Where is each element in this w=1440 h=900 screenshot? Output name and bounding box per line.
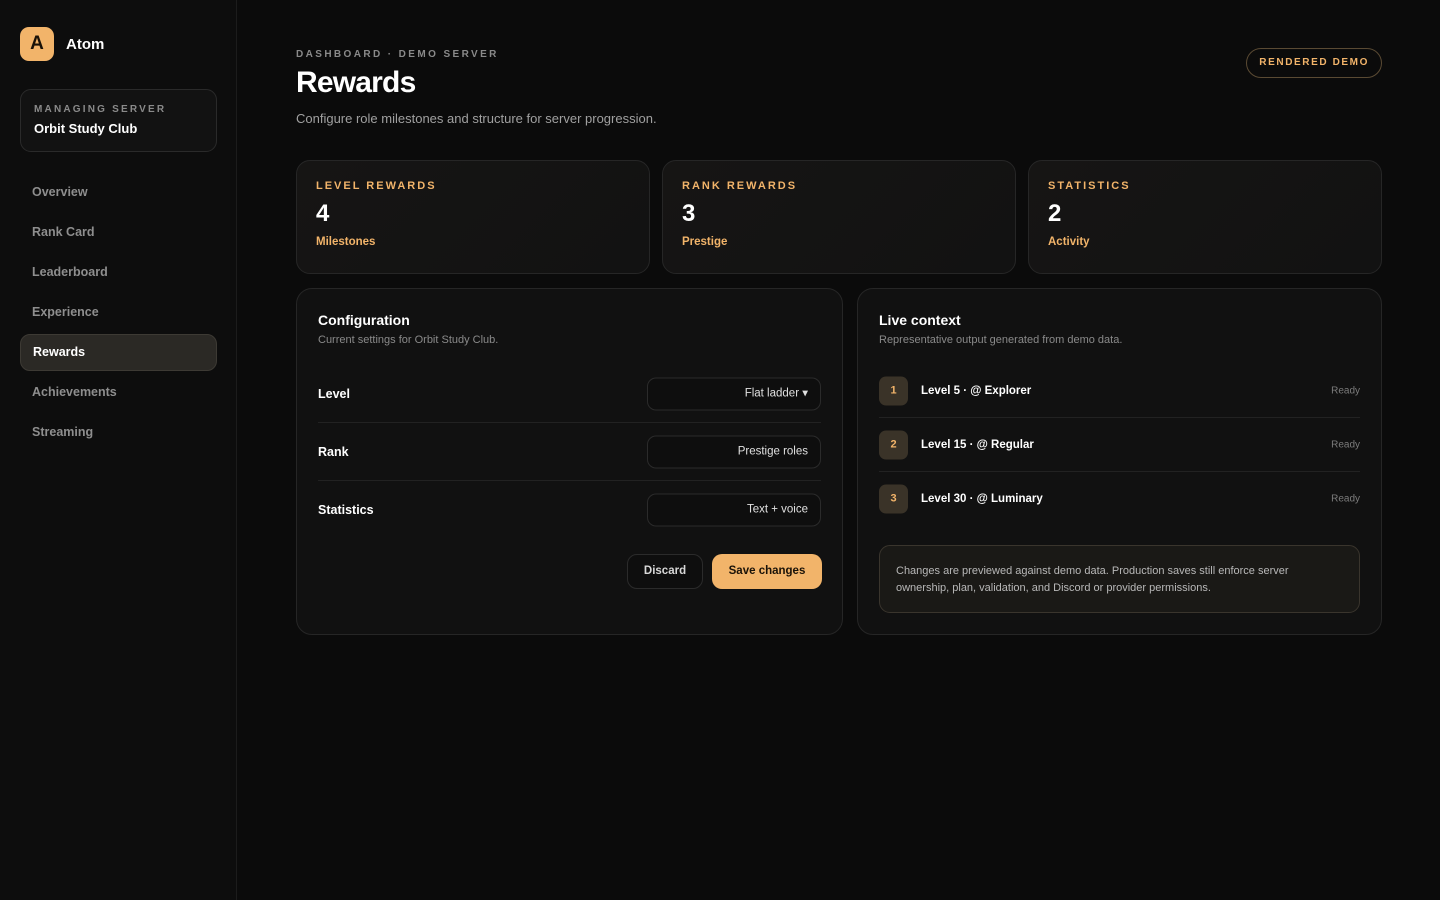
stat-value: 3 [682,200,696,227]
server-selector[interactable]: MANAGING SERVER Orbit Study Club [20,89,217,152]
sidebar: A Atom MANAGING SERVER Orbit Study Club … [0,0,237,900]
live-context-panel: Live context Representative output gener… [857,288,1382,635]
config-row-level: Level Flat ladder ▾ [318,365,821,423]
stat-card-rank-rewards: RANK REWARDS 3 Prestige [662,160,1016,274]
stat-card-level-rewards: LEVEL REWARDS 4 Milestones [296,160,650,274]
breadcrumb: DASHBOARD · DEMO SERVER [296,49,499,60]
brand-name: Atom [66,35,105,53]
preview-note: Changes are previewed against demo data.… [879,545,1360,613]
sidebar-item-rank-card[interactable]: Rank Card [20,214,217,251]
sidebar-item-leaderboard[interactable]: Leaderboard [20,254,217,291]
context-item-status: Ready [1331,385,1360,396]
context-item: 3 Level 30 · @ Luminary Ready [879,472,1360,526]
context-item-status: Ready [1331,493,1360,505]
page-title: Rewards [296,66,416,99]
level-select[interactable]: Flat ladder ▾ [647,377,821,410]
context-item-number: 3 [879,484,908,514]
statistics-select[interactable]: Text + voice [647,493,821,527]
stat-value: 2 [1048,200,1062,227]
stat-label: RANK REWARDS [682,180,798,192]
stat-sub: Prestige [682,236,728,248]
brand[interactable]: A Atom [20,27,104,61]
save-changes-button[interactable]: Save changes [712,554,822,589]
panel-subtitle: Representative output generated from dem… [879,334,1123,346]
server-eyebrow: MANAGING SERVER [34,104,167,115]
config-label: Rank [318,444,349,459]
stat-value: 4 [316,200,330,227]
configuration-panel: Configuration Current settings for Orbit… [296,288,843,635]
panel-title: Configuration [318,312,410,328]
context-item-number: 1 [879,376,908,405]
sidebar-item-overview[interactable]: Overview [20,174,217,211]
sidebar-nav: Overview Rank Card Leaderboard Experienc… [20,174,217,454]
server-name: Orbit Study Club [34,121,138,136]
context-item: 1 Level 5 · @ Explorer Ready [879,364,1360,418]
panel-subtitle: Current settings for Orbit Study Club. [318,334,499,346]
context-item-text: Level 30 · @ Luminary [921,493,1043,505]
config-row-statistics: Statistics Text + voice [318,481,821,539]
panel-title: Live context [879,312,961,328]
config-label: Level [318,386,350,401]
sidebar-item-experience[interactable]: Experience [20,294,217,331]
discard-button[interactable]: Discard [627,554,703,589]
rank-select[interactable]: Prestige roles [647,435,821,468]
sidebar-item-streaming[interactable]: Streaming [20,414,217,451]
rendered-demo-badge: RENDERED DEMO [1246,48,1382,78]
context-item-number: 2 [879,430,908,459]
stat-sub: Activity [1048,236,1090,248]
context-item-text: Level 15 · @ Regular [921,438,1034,451]
stat-label: LEVEL REWARDS [316,180,437,192]
config-label: Statistics [318,503,374,517]
page-subtitle: Configure role milestones and structure … [296,111,657,126]
context-item-status: Ready [1331,439,1360,450]
stat-label: STATISTICS [1048,180,1131,192]
stat-card-statistics: STATISTICS 2 Activity [1028,160,1382,274]
stat-sub: Milestones [316,236,376,248]
context-item: 2 Level 15 · @ Regular Ready [879,418,1360,472]
context-item-text: Level 5 · @ Explorer [921,384,1032,397]
config-row-rank: Rank Prestige roles [318,423,821,481]
brand-logo: A [20,27,54,61]
sidebar-item-rewards[interactable]: Rewards [20,334,217,371]
sidebar-item-achievements[interactable]: Achievements [20,374,217,411]
